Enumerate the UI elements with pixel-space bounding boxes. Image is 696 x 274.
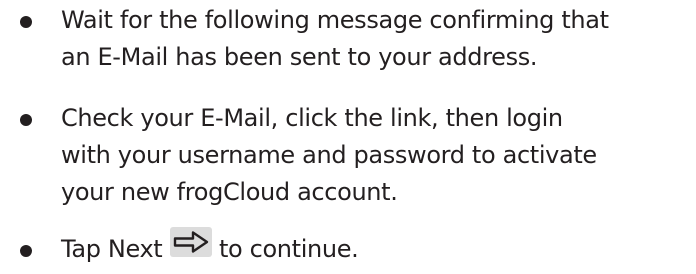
text-line: your new frogCloud account. xyxy=(61,178,398,206)
bullet-icon xyxy=(20,16,32,28)
list-item-text: Check your E-Mail, click the link, then … xyxy=(61,100,693,211)
tap-next-suffix: to continue. xyxy=(218,235,359,263)
bullet-icon xyxy=(20,114,32,126)
next-arrow-icon xyxy=(169,226,212,268)
tap-next-prefix: Tap Next xyxy=(61,235,163,263)
text-line: Check your E-Mail, click the link, then … xyxy=(61,104,563,132)
text-line: with your username and password to activ… xyxy=(61,141,597,169)
list-item-text: Wait for the following message confirmin… xyxy=(61,2,693,76)
text-line: Wait for the following message confirmin… xyxy=(61,6,609,34)
text-line: an E-Mail has been sent to your address. xyxy=(61,43,538,71)
bullet-icon xyxy=(20,245,32,257)
list-item-text: Tap Next to continue. xyxy=(61,226,693,268)
instruction-list: Wait for the following message confirmin… xyxy=(0,0,696,274)
